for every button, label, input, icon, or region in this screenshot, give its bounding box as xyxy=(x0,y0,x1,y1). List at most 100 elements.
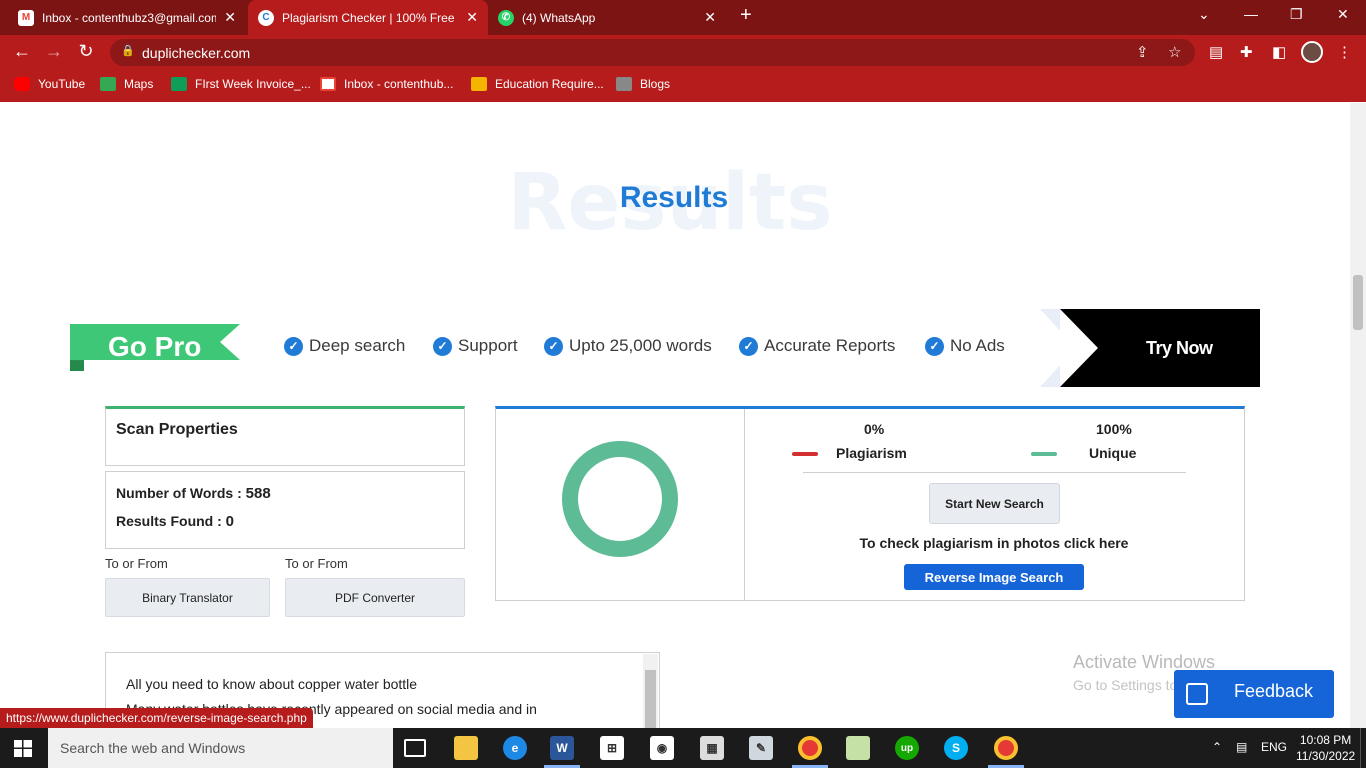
bookmark-education[interactable]: Education Require... xyxy=(471,77,604,91)
tab-search-icon[interactable]: ⌄ xyxy=(1198,6,1210,23)
status-bar-url: https://www.duplichecker.com/reverse-ima… xyxy=(0,708,313,728)
clock-date: 11/30/2022 xyxy=(1296,749,1356,763)
check-circle-icon: ✓ xyxy=(925,336,944,356)
photo-check-text: To check plagiarism in photos click here xyxy=(859,535,1129,551)
reading-list-icon[interactable]: ▤ xyxy=(1209,43,1223,61)
file-explorer-icon[interactable] xyxy=(454,736,478,760)
tab-plagiarism-checker[interactable]: C Plagiarism Checker | 100% Free a ✕ xyxy=(248,0,488,35)
bookmark-youtube[interactable]: YouTube xyxy=(14,77,85,91)
bookmark-label: Education Require... xyxy=(495,77,604,91)
upwork-icon[interactable]: up xyxy=(895,736,919,760)
close-tab-icon[interactable]: ✕ xyxy=(224,9,236,26)
maximize-button[interactable]: ❐ xyxy=(1290,6,1303,23)
bookmark-first-week-invoice[interactable]: FIrst Week Invoice_... xyxy=(171,77,311,91)
duplichecker-icon: C xyxy=(258,9,274,26)
feature-label: Deep search xyxy=(309,336,406,355)
binary-translator-button[interactable]: Binary Translator xyxy=(105,578,270,617)
bookmark-label: Maps xyxy=(124,77,154,91)
side-panel-icon[interactable]: ◧ xyxy=(1272,43,1286,61)
feature-label: Support xyxy=(458,336,518,355)
gopro-label: Go Pro xyxy=(108,331,202,362)
check-circle-icon: ✓ xyxy=(544,336,563,356)
url-text: duplichecker.com xyxy=(142,45,251,61)
menu-icon[interactable]: ⋮ xyxy=(1337,43,1352,61)
unique-legend-label: Unique xyxy=(1089,445,1137,461)
page-content: Results Results Go Pro ✓ Deep search ✓ S… xyxy=(0,103,1350,728)
feedback-label[interactable]: Feedback xyxy=(1234,681,1313,702)
lock-icon: 🔒 xyxy=(121,45,135,57)
action-center-icon[interactable]: ▤ xyxy=(1236,740,1247,754)
word-icon[interactable]: W xyxy=(550,736,574,760)
camera-icon[interactable]: ◉ xyxy=(650,736,674,760)
profile-avatar[interactable] xyxy=(1301,41,1323,63)
close-tab-icon[interactable]: ✕ xyxy=(704,9,716,26)
taskbar-search-placeholder: Search the web and Windows xyxy=(60,740,246,756)
language-indicator[interactable]: ENG xyxy=(1261,740,1287,754)
tab-whatsapp[interactable]: ✆ (4) WhatsApp ✕ xyxy=(488,0,726,35)
textarea-scroll-thumb[interactable] xyxy=(645,670,656,728)
bookmark-label: FIrst Week Invoice_... xyxy=(195,77,311,91)
reload-button[interactable]: ↻ xyxy=(75,41,97,62)
feature-label: No Ads xyxy=(950,336,1005,355)
unique-percent: 100% xyxy=(1096,421,1132,437)
minimize-button[interactable]: — xyxy=(1244,6,1258,22)
feedback-icon xyxy=(1186,683,1208,705)
forward-button[interactable]: → xyxy=(43,41,65,62)
bookmark-label: YouTube xyxy=(38,77,86,91)
chrome-icon[interactable] xyxy=(798,736,822,760)
to-from-label: To or From xyxy=(285,556,348,571)
share-icon[interactable]: ⇪ xyxy=(1136,43,1149,61)
feature-label: Accurate Reports xyxy=(764,336,896,355)
edge-icon[interactable]: e xyxy=(503,736,527,760)
reverse-image-search-button[interactable]: Reverse Image Search xyxy=(904,564,1084,590)
close-tab-icon[interactable]: ✕ xyxy=(466,9,478,26)
store-icon[interactable]: ⊞ xyxy=(600,736,624,760)
results-title: Results xyxy=(619,181,729,214)
chrome-icon[interactable] xyxy=(994,736,1018,760)
bookmark-star-icon[interactable]: ☆ xyxy=(1168,43,1181,61)
system-clock[interactable]: 10:08 PM 11/30/2022 xyxy=(1296,732,1355,764)
address-bar[interactable]: 🔒 duplichecker.com ⇪ ☆ xyxy=(110,39,1195,66)
check-circle-icon: ✓ xyxy=(284,336,303,356)
task-view-icon[interactable] xyxy=(404,739,426,757)
pdf-converter-button[interactable]: PDF Converter xyxy=(285,578,465,617)
youtube-icon xyxy=(14,77,30,91)
gmail-icon xyxy=(320,77,336,91)
whatsapp-icon: ✆ xyxy=(498,9,514,26)
tab-title: Inbox - contenthubz3@gmail.com xyxy=(42,10,217,25)
check-circle-icon: ✓ xyxy=(739,336,758,356)
show-desktop-button[interactable] xyxy=(1360,728,1366,768)
check-circle-icon: ✓ xyxy=(433,336,452,356)
unique-ring xyxy=(562,441,678,557)
try-now-label[interactable]: Try Now xyxy=(1146,338,1213,359)
new-tab-button[interactable]: + xyxy=(740,4,752,27)
calculator-icon[interactable]: ▦ xyxy=(700,736,724,760)
taskbar-search[interactable]: Search the web and Windows xyxy=(48,728,393,768)
page-scroll-thumb[interactable] xyxy=(1353,275,1363,330)
tab-gmail[interactable]: M Inbox - contenthubz3@gmail.com ✕ xyxy=(8,0,246,35)
show-hidden-icons[interactable]: ⌃ xyxy=(1212,740,1222,754)
bookmark-blogs[interactable]: Blogs xyxy=(616,77,670,91)
bookmark-maps[interactable]: Maps xyxy=(100,77,153,91)
page-scrollbar[interactable] xyxy=(1350,103,1366,728)
close-window-button[interactable]: ✕ xyxy=(1337,6,1349,23)
plagiarism-percent: 0% xyxy=(864,421,885,437)
gmail-icon: M xyxy=(18,9,34,26)
bookmarks-bar: YouTube Maps FIrst Week Invoice_... Inbo… xyxy=(0,70,1366,102)
bookmark-label: Blogs xyxy=(640,77,671,91)
start-new-search-button[interactable]: Start New Search xyxy=(929,483,1060,524)
photos-icon[interactable] xyxy=(846,736,870,760)
scan-stats-box xyxy=(105,471,465,549)
back-button[interactable]: ← xyxy=(11,41,33,62)
windows-start-icon[interactable] xyxy=(14,740,32,757)
maps-icon xyxy=(100,77,116,91)
browser-toolbar: ← → ↻ 🔒 duplichecker.com ⇪ ☆ ▤ ✚ ◧ ⋮ xyxy=(0,35,1366,70)
windows-taskbar: Search the web and Windows e W ⊞ ◉ ▦ ✎ u… xyxy=(0,728,1366,768)
skype-icon[interactable]: S xyxy=(944,736,968,760)
chevron-decoration-icon xyxy=(1060,309,1098,387)
bookmark-icon xyxy=(471,77,487,91)
extensions-icon[interactable]: ✚ xyxy=(1240,43,1253,61)
bookmark-inbox[interactable]: Inbox - contenthub... xyxy=(320,77,453,91)
paint-icon[interactable]: ✎ xyxy=(749,736,773,760)
feature-no-ads: ✓ No Ads xyxy=(925,336,1005,356)
